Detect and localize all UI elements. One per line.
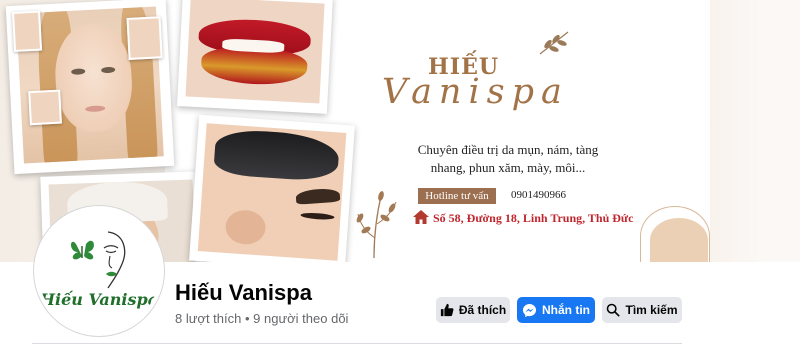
search-button-label: Tìm kiếm	[625, 303, 678, 317]
collage-inset	[28, 89, 62, 126]
collage-photo-face	[5, 0, 175, 175]
avatar-logo-icon	[71, 231, 126, 289]
collage-photo-lips	[177, 0, 333, 114]
liked-button-label: Đã thích	[458, 303, 507, 317]
cover-tagline: Chuyên điều trị da mụn, nám, tàng nhang,…	[388, 141, 628, 177]
message-button[interactable]: Nhắn tin	[517, 297, 595, 323]
collage-inset	[126, 16, 163, 60]
cover-edge	[700, 0, 800, 262]
header-divider	[32, 343, 682, 344]
thumbs-up-icon	[440, 303, 454, 317]
search-button[interactable]: Tìm kiếm	[602, 297, 682, 323]
liked-button[interactable]: Đã thích	[436, 297, 510, 323]
tagline-line: Chuyên điều trị da mụn, nám, tàng	[417, 142, 599, 157]
hotline-number: 0901490966	[511, 189, 566, 201]
collage-photo-eyebrow	[189, 114, 355, 262]
page-title[interactable]: Hiếu Vanispa	[175, 280, 312, 306]
avatar-brand-text: Hiếu Vanispa	[39, 290, 159, 309]
brand-title-line2: Vanispa	[382, 72, 569, 112]
page-stats[interactable]: 8 lượt thích • 9 người theo dõi	[175, 311, 348, 326]
leaf-sprig-icon	[539, 31, 569, 55]
avatar[interactable]: Hiếu Vanispa	[34, 206, 164, 336]
tagline-line: nhang, phun xăm, mày, môi...	[430, 160, 586, 175]
hotline-label: Hotline tư vấn	[418, 188, 496, 204]
decor-blob	[650, 218, 708, 262]
search-icon	[607, 303, 621, 317]
house-icon	[413, 210, 429, 224]
cover-address: Số 58, Đường 18, Linh Trung, Thủ Đức	[433, 211, 634, 225]
messenger-icon	[522, 303, 537, 317]
branch-sprig-icon	[356, 191, 397, 259]
collage-inset	[12, 10, 43, 52]
message-button-label: Nhắn tin	[542, 303, 590, 317]
